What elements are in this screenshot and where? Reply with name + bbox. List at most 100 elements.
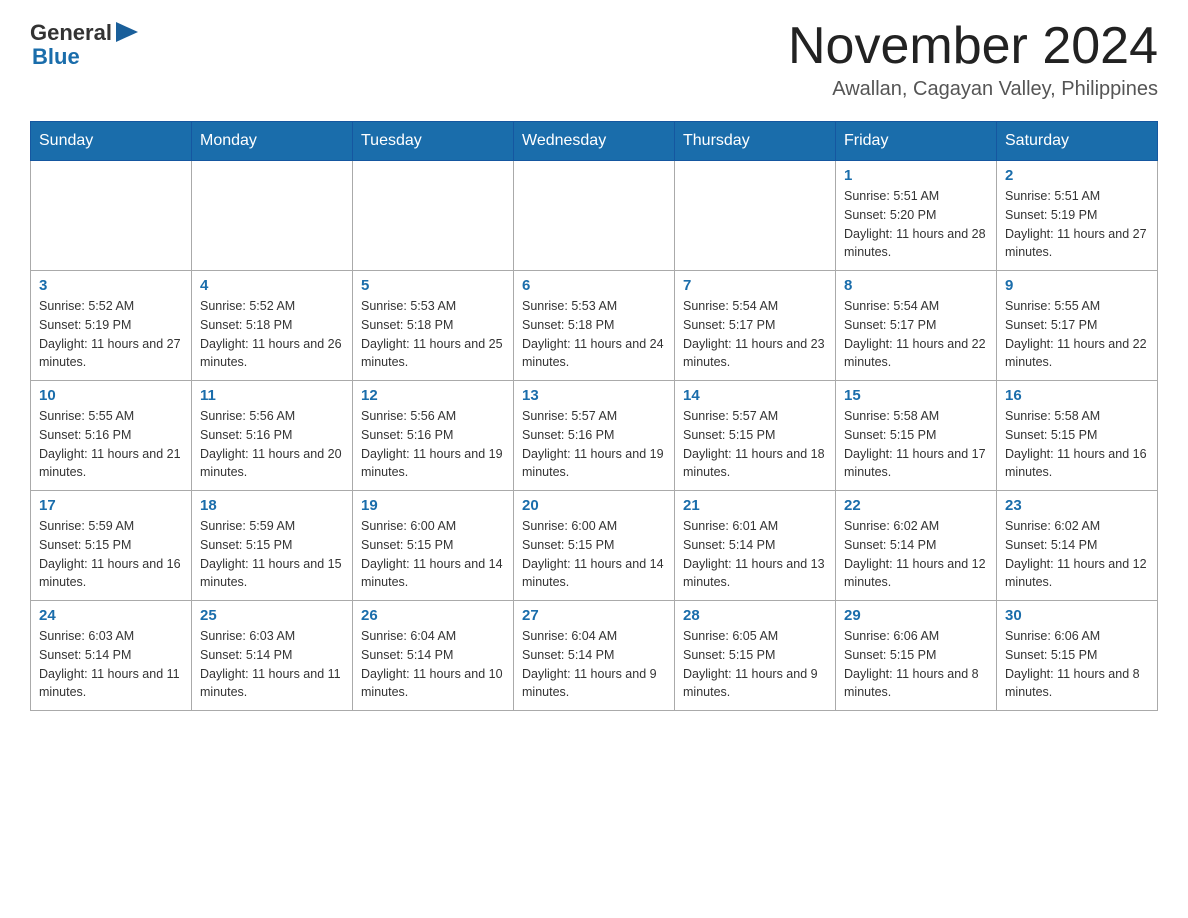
weekday-header-monday: Monday [192,122,353,161]
day-number: 16 [1005,387,1149,404]
week-row-5: 24 Sunrise: 6:03 AMSunset: 5:14 PMDayligh… [31,601,1158,711]
calendar-cell: 11Sunrise: 5:56 AMSunset: 5:16 PMDayligh… [192,381,353,491]
calendar-cell: 12 Sunrise: 5:56 AMSunset: 5:16 PMDayligh… [353,381,514,491]
day-number: 10 [39,387,183,404]
week-row-3: 10 Sunrise: 5:55 AMSunset: 5:16 PMDayligh… [31,381,1158,491]
weekday-header-friday: Friday [836,122,997,161]
calendar-cell: 5Sunrise: 5:53 AMSunset: 5:18 PMDaylight… [353,271,514,381]
calendar-cell: 4 Sunrise: 5:52 AMSunset: 5:18 PMDaylight… [192,271,353,381]
day-number: 13 [522,387,666,404]
weekday-header-row: SundayMondayTuesdayWednesdayThursdayFrid… [31,122,1158,161]
logo-blue-text: Blue [32,46,138,68]
day-info: Sunrise: 6:06 AMSunset: 5:15 PMDaylight:… [844,627,988,702]
calendar-cell: 1Sunrise: 5:51 AMSunset: 5:20 PMDaylight… [836,161,997,271]
day-info: Sunrise: 5:51 AMSunset: 5:19 PMDaylight:… [1005,187,1149,262]
day-number: 3 [39,277,183,294]
calendar-cell: 15 Sunrise: 5:58 AMSunset: 5:15 PMDayligh… [836,381,997,491]
calendar-cell: 8Sunrise: 5:54 AMSunset: 5:17 PMDaylight… [836,271,997,381]
calendar-cell: 6Sunrise: 5:53 AMSunset: 5:18 PMDaylight… [514,271,675,381]
calendar-cell: 22 Sunrise: 6:02 AMSunset: 5:14 PMDayligh… [836,491,997,601]
calendar-cell [353,161,514,271]
calendar-cell: 3 Sunrise: 5:52 AMSunset: 5:19 PMDaylight… [31,271,192,381]
day-number: 23 [1005,497,1149,514]
day-info: Sunrise: 5:57 AMSunset: 5:15 PMDaylight:… [683,407,827,482]
day-info: Sunrise: 5:54 AMSunset: 5:17 PMDaylight:… [683,297,827,372]
day-info: Sunrise: 5:54 AMSunset: 5:17 PMDaylight:… [844,297,988,372]
day-info: Sunrise: 5:52 AMSunset: 5:18 PMDaylight:… [200,297,344,372]
day-info: Sunrise: 6:06 AMSunset: 5:15 PMDaylight:… [1005,627,1149,702]
calendar-cell: 10 Sunrise: 5:55 AMSunset: 5:16 PMDayligh… [31,381,192,491]
logo-general-text: General [30,22,112,44]
calendar-cell: 14 Sunrise: 5:57 AMSunset: 5:15 PMDayligh… [675,381,836,491]
day-number: 25 [200,607,344,624]
day-number: 14 [683,387,827,404]
calendar-cell [192,161,353,271]
calendar-cell: 7 Sunrise: 5:54 AMSunset: 5:17 PMDaylight… [675,271,836,381]
calendar-cell: 26 Sunrise: 6:04 AMSunset: 5:14 PMDayligh… [353,601,514,711]
day-info: Sunrise: 6:03 AMSunset: 5:14 PMDaylight:… [39,627,183,702]
day-number: 22 [844,497,988,514]
day-number: 24 [39,607,183,624]
calendar-cell: 27Sunrise: 6:04 AMSunset: 5:14 PMDayligh… [514,601,675,711]
calendar-cell: 13Sunrise: 5:57 AMSunset: 5:16 PMDayligh… [514,381,675,491]
week-row-1: 1Sunrise: 5:51 AMSunset: 5:20 PMDaylight… [31,161,1158,271]
day-info: Sunrise: 5:58 AMSunset: 5:15 PMDaylight:… [844,407,988,482]
day-number: 15 [844,387,988,404]
day-number: 17 [39,497,183,514]
day-info: Sunrise: 6:00 AMSunset: 5:15 PMDaylight:… [522,517,666,592]
day-info: Sunrise: 5:55 AMSunset: 5:17 PMDaylight:… [1005,297,1149,372]
day-number: 30 [1005,607,1149,624]
day-info: Sunrise: 5:58 AMSunset: 5:15 PMDaylight:… [1005,407,1149,482]
calendar-cell: 23Sunrise: 6:02 AMSunset: 5:14 PMDayligh… [997,491,1158,601]
day-number: 7 [683,277,827,294]
calendar-cell: 28 Sunrise: 6:05 AMSunset: 5:15 PMDayligh… [675,601,836,711]
day-number: 18 [200,497,344,514]
calendar-cell: 9 Sunrise: 5:55 AMSunset: 5:17 PMDaylight… [997,271,1158,381]
day-info: Sunrise: 6:02 AMSunset: 5:14 PMDaylight:… [844,517,988,592]
day-info: Sunrise: 5:55 AMSunset: 5:16 PMDaylight:… [39,407,183,482]
day-info: Sunrise: 5:52 AMSunset: 5:19 PMDaylight:… [39,297,183,372]
page-header: General Blue November 2024 Awallan, Caga… [30,20,1158,101]
day-number: 5 [361,277,505,294]
day-info: Sunrise: 5:59 AMSunset: 5:15 PMDaylight:… [39,517,183,592]
calendar-cell: 21 Sunrise: 6:01 AMSunset: 5:14 PMDayligh… [675,491,836,601]
calendar-cell [31,161,192,271]
month-title: November 2024 [788,20,1158,72]
calendar-cell: 24 Sunrise: 6:03 AMSunset: 5:14 PMDayligh… [31,601,192,711]
day-info: Sunrise: 5:56 AMSunset: 5:16 PMDaylight:… [361,407,505,482]
calendar-cell: 29 Sunrise: 6:06 AMSunset: 5:15 PMDayligh… [836,601,997,711]
day-info: Sunrise: 6:01 AMSunset: 5:14 PMDaylight:… [683,517,827,592]
day-number: 19 [361,497,505,514]
calendar-table: SundayMondayTuesdayWednesdayThursdayFrid… [30,121,1158,711]
day-number: 2 [1005,167,1149,184]
day-number: 11 [200,387,344,404]
weekday-header-sunday: Sunday [31,122,192,161]
logo-arrow-icon [116,22,138,42]
weekday-header-thursday: Thursday [675,122,836,161]
day-number: 20 [522,497,666,514]
week-row-2: 3 Sunrise: 5:52 AMSunset: 5:19 PMDaylight… [31,271,1158,381]
day-info: Sunrise: 6:04 AMSunset: 5:14 PMDaylight:… [361,627,505,702]
calendar-cell: 17 Sunrise: 5:59 AMSunset: 5:15 PMDayligh… [31,491,192,601]
day-number: 4 [200,277,344,294]
day-info: Sunrise: 6:03 AMSunset: 5:14 PMDaylight:… [200,627,344,702]
title-section: November 2024 Awallan, Cagayan Valley, P… [788,20,1158,101]
day-number: 27 [522,607,666,624]
calendar-cell [514,161,675,271]
calendar-cell: 2 Sunrise: 5:51 AMSunset: 5:19 PMDaylight… [997,161,1158,271]
weekday-header-saturday: Saturday [997,122,1158,161]
day-number: 21 [683,497,827,514]
day-number: 28 [683,607,827,624]
calendar-cell: 20 Sunrise: 6:00 AMSunset: 5:15 PMDayligh… [514,491,675,601]
day-number: 12 [361,387,505,404]
calendar-cell: 18 Sunrise: 5:59 AMSunset: 5:15 PMDayligh… [192,491,353,601]
day-number: 26 [361,607,505,624]
logo: General Blue [30,20,138,68]
weekday-header-tuesday: Tuesday [353,122,514,161]
day-number: 9 [1005,277,1149,294]
calendar-cell: 16 Sunrise: 5:58 AMSunset: 5:15 PMDayligh… [997,381,1158,491]
day-info: Sunrise: 6:05 AMSunset: 5:15 PMDaylight:… [683,627,827,702]
day-number: 29 [844,607,988,624]
day-info: Sunrise: 5:53 AMSunset: 5:18 PMDaylight:… [522,297,666,372]
day-info: Sunrise: 5:59 AMSunset: 5:15 PMDaylight:… [200,517,344,592]
